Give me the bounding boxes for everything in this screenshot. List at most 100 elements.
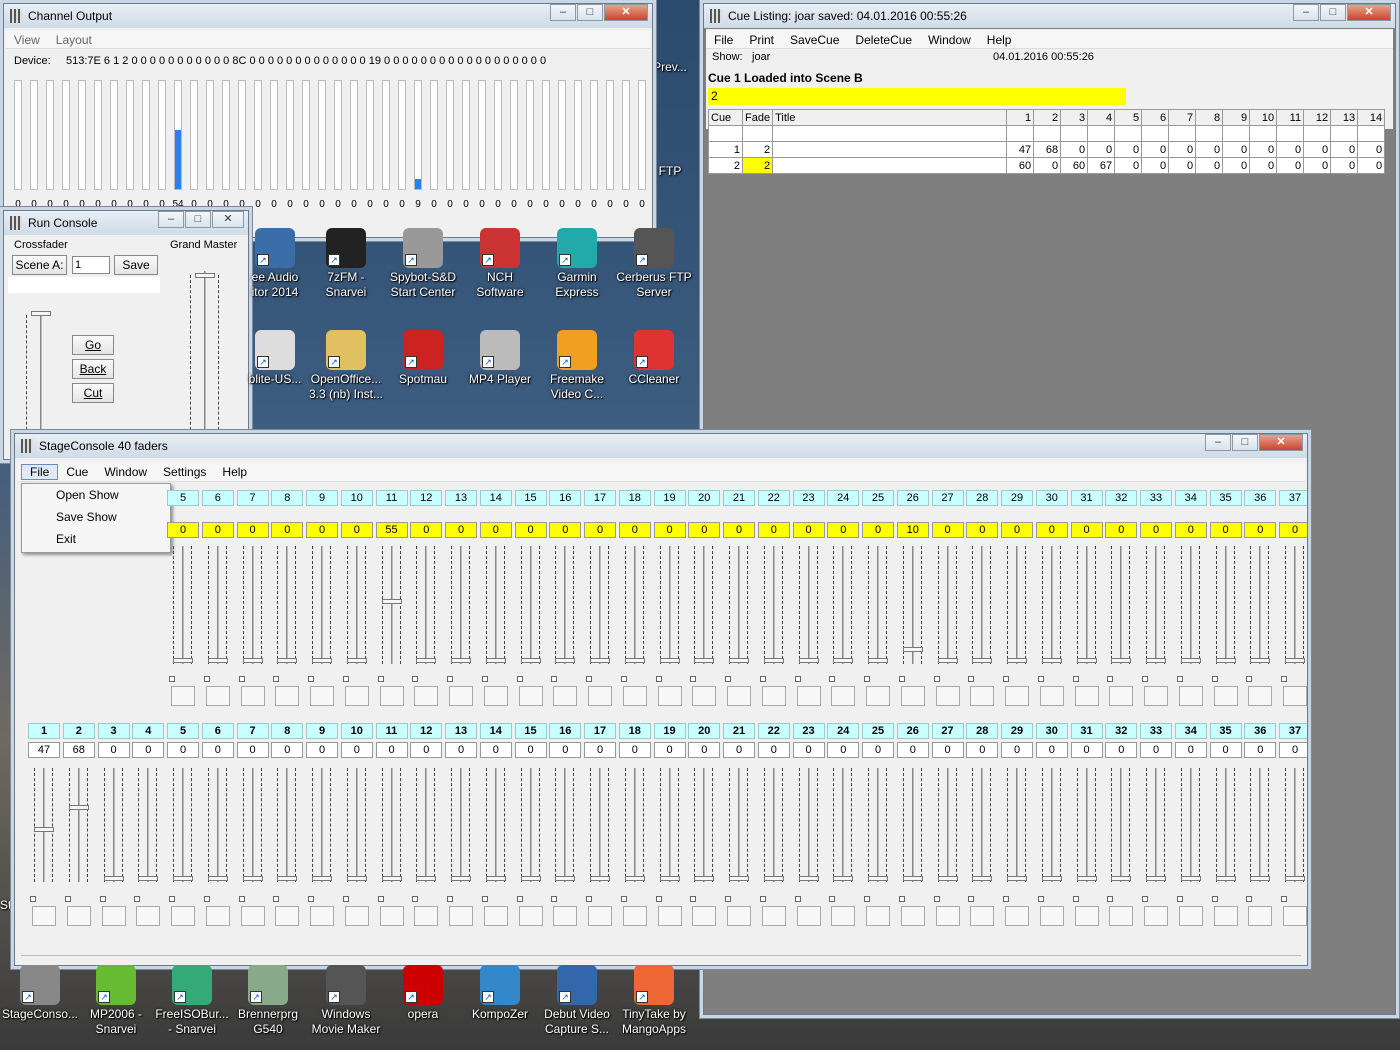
fader-checkbox[interactable] <box>1142 676 1148 682</box>
fader-track[interactable] <box>668 768 671 882</box>
fader-track[interactable] <box>1085 768 1088 882</box>
fader-track[interactable] <box>321 768 323 882</box>
desktop-icon[interactable]: ↗ opera <box>383 965 463 1022</box>
fader-flash-button[interactable] <box>1005 686 1029 706</box>
fader-checkbox[interactable] <box>99 896 106 902</box>
fader-knob[interactable] <box>520 658 541 663</box>
fader-value[interactable]: 0 <box>827 522 860 538</box>
fader-checkbox[interactable] <box>586 676 592 682</box>
fader-checkbox[interactable] <box>1072 676 1079 682</box>
fader-checkbox[interactable] <box>551 676 558 682</box>
cue-cell[interactable]: 0 <box>1330 157 1359 174</box>
fader-checkbox[interactable] <box>1281 896 1287 902</box>
fader-value[interactable]: 0 <box>792 742 825 758</box>
fader-checkbox[interactable] <box>1246 676 1253 682</box>
fader-flash-button[interactable] <box>205 686 230 706</box>
fader-knob[interactable] <box>1076 876 1097 881</box>
fader-value[interactable]: 0 <box>1070 522 1103 538</box>
cue-cell[interactable]: 0 <box>1249 141 1278 158</box>
fader-track[interactable] <box>703 546 706 664</box>
fader-flash-button[interactable] <box>483 686 508 706</box>
fader-checkbox[interactable] <box>551 896 558 902</box>
fader-knob[interactable] <box>937 658 958 663</box>
fader-track[interactable] <box>1189 768 1192 882</box>
fader-flash-button[interactable] <box>1005 906 1029 926</box>
fader-flash-button[interactable] <box>205 906 230 926</box>
fader-knob[interactable] <box>798 658 819 663</box>
fader-value[interactable]: 0 <box>896 742 929 758</box>
fader-value[interactable]: 0 <box>236 742 269 758</box>
fader-knob[interactable] <box>1111 658 1132 663</box>
fader-flash-button[interactable] <box>379 686 404 706</box>
column-header[interactable]: 14 <box>1357 109 1386 126</box>
fader-knob[interactable] <box>68 805 89 811</box>
column-header[interactable]: Cue <box>708 109 743 126</box>
fader-value[interactable]: 0 <box>167 522 199 538</box>
fader-flash-button[interactable] <box>657 686 682 706</box>
fader-knob[interactable] <box>1146 658 1166 663</box>
fader-knob[interactable] <box>1041 876 1062 881</box>
fader-knob[interactable] <box>1041 658 1062 663</box>
go-button[interactable]: Go <box>72 335 114 355</box>
fader-track[interactable] <box>877 546 879 664</box>
fader-knob[interactable] <box>555 876 576 881</box>
fader-knob[interactable] <box>833 658 854 663</box>
fader-value[interactable]: 0 <box>1174 522 1207 538</box>
fader-value[interactable]: 0 <box>653 742 686 758</box>
desktop-icon[interactable]: ↗ TinyTake by MangoApps <box>614 965 694 1037</box>
fader-knob[interactable] <box>1076 658 1097 663</box>
file-menu-item[interactable]: Open Show <box>56 488 119 502</box>
close-button[interactable]: ✕ <box>604 4 648 21</box>
crossfader-track[interactable] <box>40 311 42 451</box>
close-button[interactable]: ✕ <box>212 211 244 228</box>
fader-knob[interactable] <box>485 876 506 881</box>
fader-track[interactable] <box>1259 546 1262 664</box>
fader-track[interactable] <box>1050 546 1053 664</box>
fader-flash-button[interactable] <box>553 906 578 926</box>
fader-flash-button[interactable] <box>970 906 995 926</box>
fader-value[interactable]: 0 <box>1035 742 1068 758</box>
fader-checkbox[interactable] <box>64 896 71 902</box>
cue-cell[interactable]: 0 <box>1357 157 1386 174</box>
fader-knob[interactable] <box>555 658 576 663</box>
cue-cell[interactable]: 47 <box>1006 141 1035 158</box>
fader-flash-button[interactable] <box>1039 686 1064 706</box>
fader-value[interactable]: 0 <box>1035 522 1068 538</box>
fader-flash-button[interactable] <box>970 686 995 706</box>
menu-item[interactable]: SaveCue <box>782 33 847 47</box>
fader-knob[interactable] <box>451 876 471 881</box>
fader-knob[interactable] <box>694 658 715 663</box>
fader-flash-button[interactable] <box>136 906 161 926</box>
fader-flash-button[interactable] <box>1109 906 1134 926</box>
fader-track[interactable] <box>981 768 984 882</box>
fader-flash-button[interactable] <box>518 906 543 926</box>
fader-track[interactable] <box>807 768 810 882</box>
desktop-icon[interactable]: ↗ Spybot-S&D Start Center <box>383 228 463 300</box>
fader-checkbox[interactable] <box>273 676 280 682</box>
cue-cell[interactable]: 60 <box>1060 157 1089 174</box>
fader-value[interactable]: 0 <box>1209 742 1242 758</box>
cue-cell[interactable]: 0 <box>1249 157 1278 174</box>
fader-value[interactable]: 0 <box>1244 742 1277 758</box>
fader-flash-button[interactable] <box>1283 686 1307 706</box>
fader-track[interactable] <box>460 546 462 664</box>
fader-flash-button[interactable] <box>310 686 334 706</box>
fader-track[interactable] <box>494 546 497 664</box>
fader-knob[interactable] <box>312 876 332 881</box>
fader-track[interactable] <box>355 546 358 664</box>
menu-item[interactable]: File <box>21 463 59 480</box>
fader-value[interactable]: 0 <box>966 522 999 538</box>
fader-checkbox[interactable] <box>1003 676 1009 682</box>
fader-checkbox[interactable] <box>134 896 141 902</box>
fader-knob[interactable] <box>972 876 993 881</box>
menu-item[interactable]: Layout <box>48 33 100 47</box>
menu-item[interactable]: Print <box>741 33 782 47</box>
fader-checkbox[interactable] <box>655 896 662 902</box>
desktop-icon[interactable]: ↗ Brennerprg G540 <box>228 965 308 1037</box>
fader-value[interactable]: 0 <box>549 522 582 538</box>
fader-flash-button[interactable] <box>1283 906 1307 926</box>
fader-track[interactable] <box>425 546 428 664</box>
fader-flash-button[interactable] <box>657 906 682 926</box>
column-header[interactable]: 2 <box>1033 109 1062 126</box>
fader-flash-button[interactable] <box>761 686 786 706</box>
